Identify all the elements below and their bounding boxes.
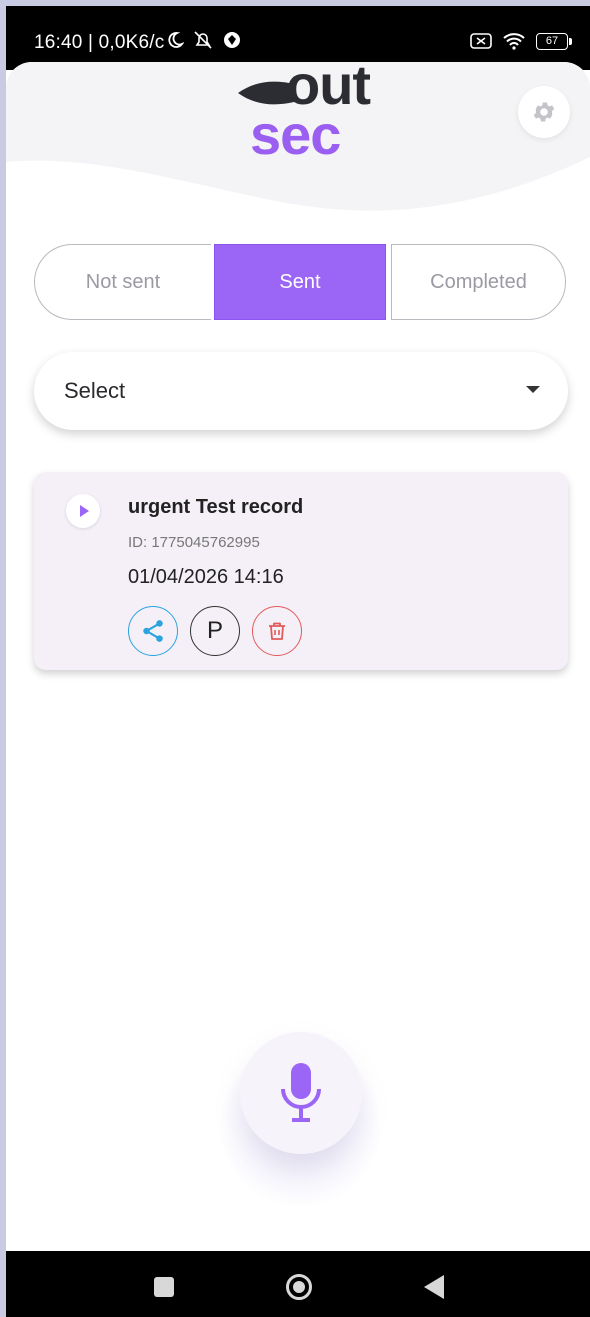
share-button[interactable] xyxy=(128,606,178,656)
record-id: ID: 1775045762995 xyxy=(128,534,260,551)
status-time: 16:40 | 0,0K6/c xyxy=(34,32,165,53)
recents-icon[interactable] xyxy=(154,1277,174,1297)
wifi-icon xyxy=(503,33,525,50)
microphone-icon xyxy=(281,1063,321,1122)
app-header: out sec xyxy=(6,62,590,232)
select-dropdown[interactable]: Select xyxy=(34,352,568,430)
status-bar: 16:40 | 0,0K6/c 67 xyxy=(6,6,590,70)
status-tabs: Not sent Sent Completed xyxy=(34,244,568,324)
tab-completed[interactable]: Completed xyxy=(391,244,566,320)
logo-sec-text: sec xyxy=(250,103,341,166)
app-screen: 16:40 | 0,0K6/c 67 out sec Not sent Sent… xyxy=(6,6,590,1317)
back-icon[interactable] xyxy=(424,1275,444,1299)
record-actions: P xyxy=(128,606,302,656)
tab-not-sent[interactable]: Not sent xyxy=(34,244,211,320)
moon-icon xyxy=(168,32,184,48)
record-date: 01/04/2026 14:16 xyxy=(128,566,284,588)
status-icons-right: 67 xyxy=(470,32,572,50)
status-icons-left xyxy=(166,30,242,50)
home-icon[interactable] xyxy=(286,1274,312,1300)
record-title: urgent Test record xyxy=(128,496,304,518)
tab-sent[interactable]: Sent xyxy=(214,244,386,320)
select-label: Select xyxy=(64,378,126,403)
battery-icon: 67 xyxy=(536,32,572,50)
gear-icon xyxy=(533,102,555,122)
play-icon xyxy=(80,505,89,517)
share-icon xyxy=(143,620,163,642)
record-card[interactable]: urgent Test record ID: 1775045762995 01/… xyxy=(34,472,568,670)
mute-icon xyxy=(194,31,212,49)
delete-button[interactable] xyxy=(252,606,302,656)
trash-icon xyxy=(269,622,285,640)
p-button[interactable]: P xyxy=(190,606,240,656)
sim-off-icon xyxy=(470,33,492,49)
system-nav-bar xyxy=(6,1251,590,1317)
settings-button[interactable] xyxy=(518,86,570,138)
outsec-logo: out sec xyxy=(234,62,374,166)
record-mic-button[interactable] xyxy=(240,1032,362,1154)
vpn-icon xyxy=(224,32,240,48)
dropdown-arrow-icon xyxy=(526,386,540,393)
play-button[interactable] xyxy=(66,494,100,528)
